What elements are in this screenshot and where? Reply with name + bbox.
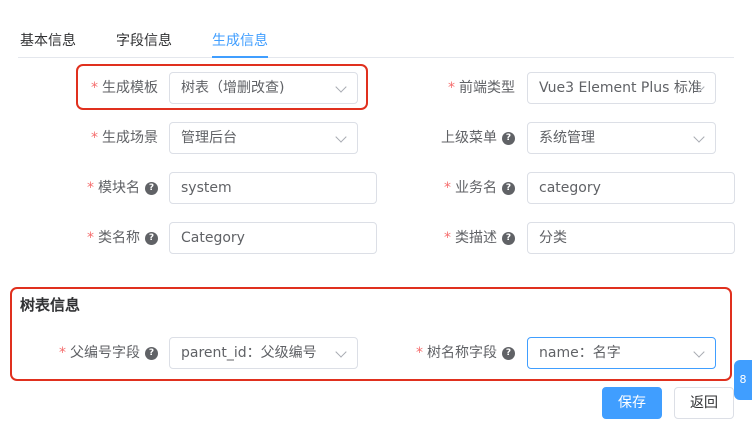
class-name-label: * 类名称? (87, 222, 158, 254)
question-circle-icon[interactable]: ? (502, 132, 515, 145)
question-circle-icon[interactable]: ? (502, 347, 515, 360)
question-circle-icon[interactable]: ? (145, 232, 158, 245)
required-mark: * (444, 230, 451, 246)
frontend-type-label: * 前端类型 (448, 80, 515, 96)
required-mark: * (416, 345, 423, 361)
frontend-type-select[interactable]: Vue3 Element Plus 标准 (527, 72, 716, 104)
tab-divider (18, 57, 734, 58)
tree-name-field-label: * 树名称字段? (416, 337, 515, 369)
tab-basic-info[interactable]: 基本信息 (20, 30, 76, 50)
required-mark: * (91, 80, 98, 96)
required-mark: * (91, 130, 98, 146)
chevron-down-icon (335, 346, 347, 358)
parent-menu-select[interactable]: 系统管理 (527, 122, 716, 154)
class-name-input[interactable]: Category (169, 222, 377, 254)
parent-field-label: * 父编号字段? (59, 337, 158, 369)
question-circle-icon[interactable]: ? (502, 232, 515, 245)
module-name-input[interactable]: system (169, 172, 377, 204)
tree-section-title: 树表信息 (20, 296, 81, 314)
module-name-label: * 模块名? (87, 172, 158, 204)
save-button[interactable]: 保存 (602, 387, 662, 419)
tree-name-field-select[interactable]: name：名字 (527, 337, 716, 369)
tab-strip: 基本信息 字段信息 生成信息 (0, 0, 734, 58)
business-name-label: * 业务名? (444, 172, 515, 204)
question-circle-icon[interactable]: ? (502, 182, 515, 195)
back-button[interactable]: 返回 (674, 387, 734, 419)
required-mark: * (444, 180, 451, 196)
required-mark: * (448, 80, 455, 96)
tab-generate-info[interactable]: 生成信息 (212, 30, 268, 50)
class-desc-label: * 类描述? (444, 222, 515, 254)
required-mark: * (87, 230, 94, 246)
template-select[interactable]: 树表（增删改查) (169, 72, 358, 104)
question-circle-icon[interactable]: ? (145, 182, 158, 195)
template-label: * 生成模板 (91, 80, 158, 96)
required-mark: * (87, 180, 94, 196)
question-circle-icon[interactable]: ? (145, 347, 158, 360)
chevron-down-icon (335, 131, 347, 143)
class-desc-input[interactable]: 分类 (527, 222, 735, 254)
business-name-input[interactable]: category (527, 172, 735, 204)
required-mark: * (59, 345, 66, 361)
tab-active-indicator (212, 56, 268, 58)
parent-field-select[interactable]: parent_id：父级编号 (169, 337, 358, 369)
scene-label: * 生成场景 (91, 130, 158, 146)
scene-select[interactable]: 管理后台 (169, 122, 358, 154)
chevron-down-icon (693, 131, 705, 143)
chevron-down-icon (693, 346, 705, 358)
floating-side-tab[interactable]: 8 (734, 360, 752, 400)
parent-menu-label: 上级菜单? (441, 122, 515, 154)
tab-field-info[interactable]: 字段信息 (116, 30, 172, 50)
chevron-down-icon (335, 81, 347, 93)
